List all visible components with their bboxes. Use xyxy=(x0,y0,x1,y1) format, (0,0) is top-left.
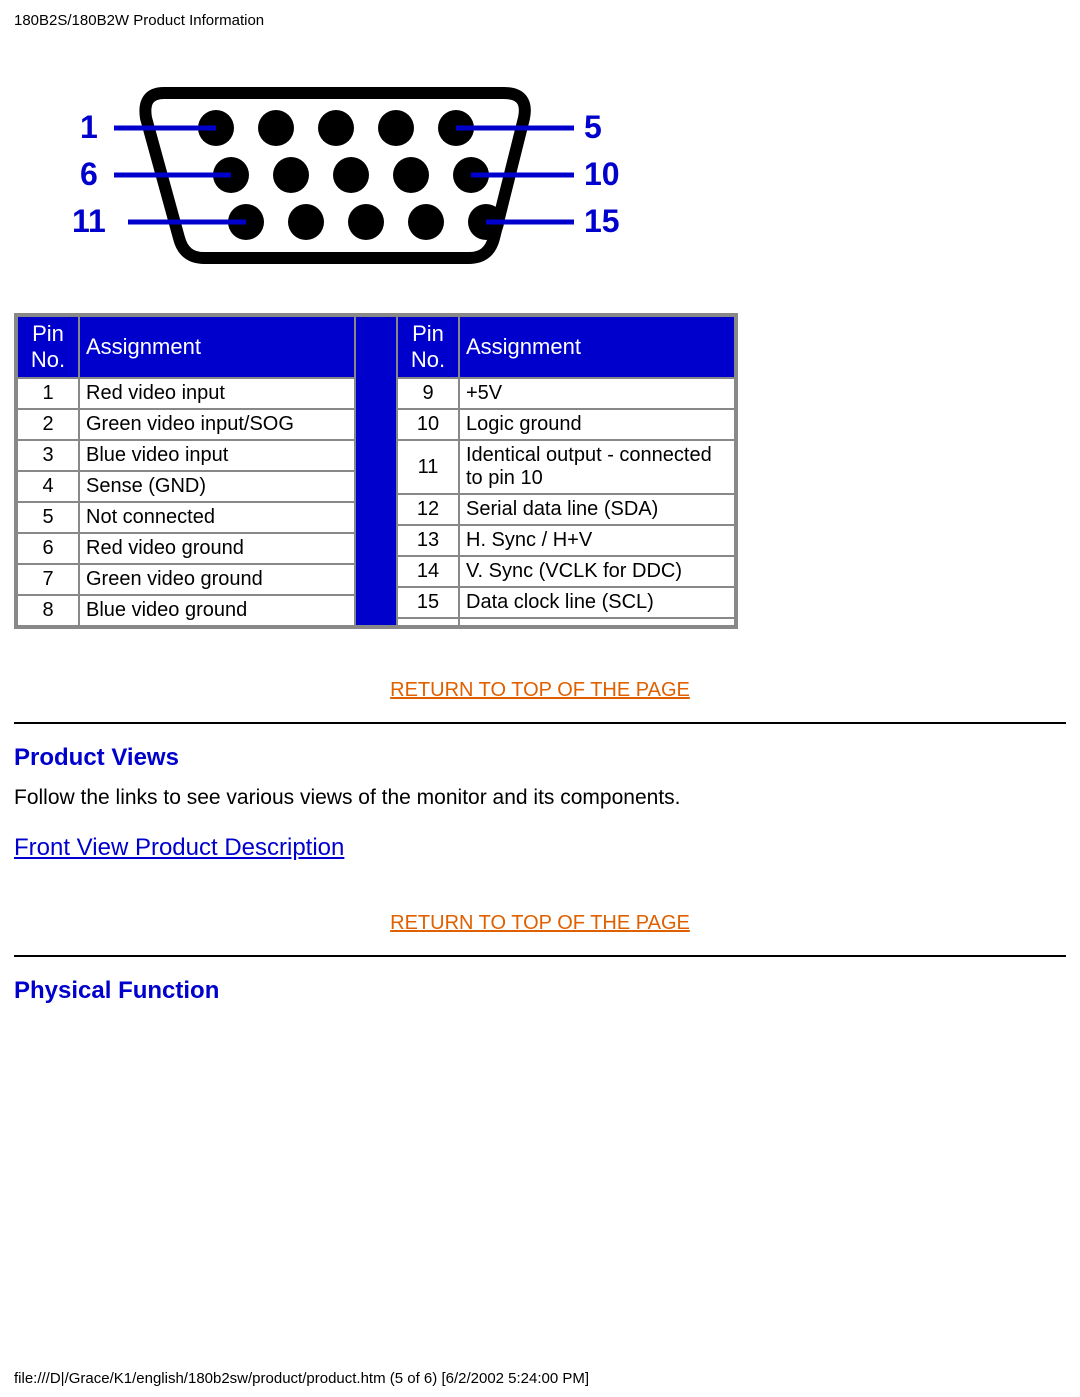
pin-assignment-cell: Red video ground xyxy=(79,533,355,564)
col-assignment: Assignment xyxy=(459,316,735,378)
pin-assignment-cell: Logic ground xyxy=(459,409,735,440)
table-row: 7Green video ground xyxy=(17,564,355,595)
pin-assignment-cell xyxy=(459,618,735,626)
pin-assignment-cell: Identical output - connected to pin 10 xyxy=(459,440,735,494)
pin-assignment-cell: Sense (GND) xyxy=(79,471,355,502)
table-row: 4Sense (GND) xyxy=(17,471,355,502)
pin-label-6: 6 xyxy=(80,156,98,193)
pin-number-cell: 2 xyxy=(17,409,79,440)
pin-label-11: 11 xyxy=(72,203,106,240)
pin-number-cell: 4 xyxy=(17,471,79,502)
table-row: 13H. Sync / H+V xyxy=(397,525,735,556)
pin-table-left: Pin No. Assignment 1Red video input2Gree… xyxy=(16,315,356,627)
pin-number-cell xyxy=(397,618,459,626)
pin-table-right: Pin No. Assignment 9+5V10Logic ground11I… xyxy=(396,315,736,627)
pin-number-cell: 7 xyxy=(17,564,79,595)
pin-assignment-cell: Blue video ground xyxy=(79,595,355,626)
pin-assignment-cell: Serial data line (SDA) xyxy=(459,494,735,525)
product-views-text: Follow the links to see various views of… xyxy=(14,786,1066,810)
pin-assignment-cell: Blue video input xyxy=(79,440,355,471)
pin-number-cell: 15 xyxy=(397,587,459,618)
return-to-top-link[interactable]: RETURN TO TOP OF THE PAGE xyxy=(390,912,690,934)
pin-assignment-cell: Data clock line (SCL) xyxy=(459,587,735,618)
table-row: 8Blue video ground xyxy=(17,595,355,626)
pin-assignment-cell: Red video input xyxy=(79,378,355,409)
table-row: 1Red video input xyxy=(17,378,355,409)
divider xyxy=(14,955,1066,957)
table-row: 12Serial data line (SDA) xyxy=(397,494,735,525)
table-row: 3Blue video input xyxy=(17,440,355,471)
table-row: 9+5V xyxy=(397,378,735,409)
return-to-top-link[interactable]: RETURN TO TOP OF THE PAGE xyxy=(390,679,690,701)
table-row: 5Not connected xyxy=(17,502,355,533)
pin-number-cell: 8 xyxy=(17,595,79,626)
table-row: 10Logic ground xyxy=(397,409,735,440)
pin-assignment-cell: +5V xyxy=(459,378,735,409)
front-view-link[interactable]: Front View Product Description xyxy=(14,834,344,862)
pin-number-cell: 9 xyxy=(397,378,459,409)
pin-assignment-cell: V. Sync (VCLK for DDC) xyxy=(459,556,735,587)
pin-number-cell: 10 xyxy=(397,409,459,440)
pin-number-cell: 12 xyxy=(397,494,459,525)
col-pin-no: Pin No. xyxy=(397,316,459,378)
pin-assignment-tables: Pin No. Assignment 1Red video input2Gree… xyxy=(14,313,738,629)
pin-assignment-cell: Green video input/SOG xyxy=(79,409,355,440)
pin-number-cell: 1 xyxy=(17,378,79,409)
pin-label-10: 10 xyxy=(584,156,620,193)
pin-number-cell: 6 xyxy=(17,533,79,564)
pin-number-cell: 11 xyxy=(397,440,459,494)
pin-assignment-cell: Green video ground xyxy=(79,564,355,595)
pin-label-1: 1 xyxy=(80,109,98,146)
table-row: 11Identical output - connected to pin 10 xyxy=(397,440,735,494)
table-row: 2Green video input/SOG xyxy=(17,409,355,440)
pin-number-cell: 13 xyxy=(397,525,459,556)
physical-function-heading: Physical Function xyxy=(14,977,1066,1005)
pin-label-5: 5 xyxy=(584,109,602,146)
vga-connector-svg xyxy=(74,63,614,273)
pin-number-cell: 5 xyxy=(17,502,79,533)
product-views-heading: Product Views xyxy=(14,744,1066,772)
pin-assignment-cell: Not connected xyxy=(79,502,355,533)
table-row xyxy=(397,618,735,626)
table-spacer xyxy=(356,315,396,627)
connector-diagram: 1 6 11 5 10 15 xyxy=(0,33,1080,283)
table-row: 14V. Sync (VCLK for DDC) xyxy=(397,556,735,587)
col-assignment: Assignment xyxy=(79,316,355,378)
col-pin-no: Pin No. xyxy=(17,316,79,378)
footer-path: file:///D|/Grace/K1/english/180b2sw/prod… xyxy=(14,1370,589,1387)
table-row: 6Red video ground xyxy=(17,533,355,564)
divider xyxy=(14,722,1066,724)
pin-number-cell: 14 xyxy=(397,556,459,587)
pin-assignment-cell: H. Sync / H+V xyxy=(459,525,735,556)
pin-label-15: 15 xyxy=(584,203,620,240)
pin-number-cell: 3 xyxy=(17,440,79,471)
table-row: 15Data clock line (SCL) xyxy=(397,587,735,618)
page-header: 180B2S/180B2W Product Information xyxy=(0,0,1080,33)
